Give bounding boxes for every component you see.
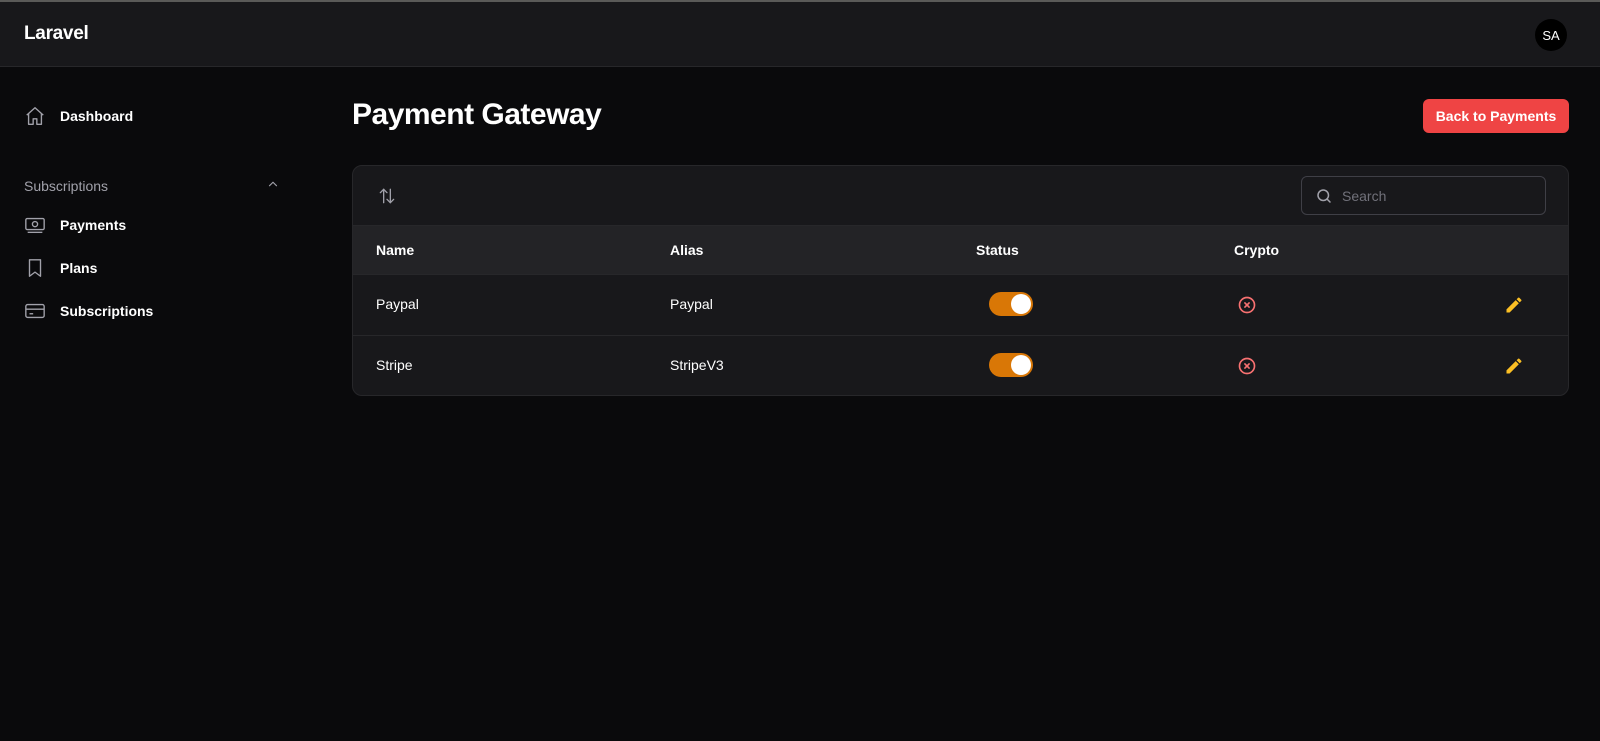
search-icon xyxy=(1315,187,1333,210)
gateway-table-card: Name Alias Status Crypto Paypal Paypal S… xyxy=(352,165,1569,396)
column-header-crypto[interactable]: Crypto xyxy=(1234,242,1279,258)
sidebar: Dashboard Subscriptions Payments Plans S… xyxy=(0,68,300,741)
table-header: Name Alias Status Crypto xyxy=(353,226,1568,275)
pencil-icon[interactable] xyxy=(1503,355,1525,377)
sidebar-item-label: Subscriptions xyxy=(60,303,154,319)
column-header-name[interactable]: Name xyxy=(376,242,414,258)
table-row: Stripe StripeV3 xyxy=(353,336,1568,395)
cell-name: Stripe xyxy=(376,357,413,373)
column-header-alias[interactable]: Alias xyxy=(670,242,703,258)
cell-alias: Paypal xyxy=(670,296,713,312)
credit-card-icon xyxy=(24,300,46,322)
top-navbar: Laravel SA xyxy=(0,2,1600,67)
home-icon xyxy=(24,105,46,127)
sidebar-group-label: Subscriptions xyxy=(24,178,109,194)
sidebar-item-plans[interactable]: Plans xyxy=(24,256,97,280)
status-toggle[interactable] xyxy=(989,353,1033,377)
brand-logo[interactable]: Laravel xyxy=(24,23,89,45)
pencil-icon[interactable] xyxy=(1503,294,1525,316)
toggle-knob xyxy=(1011,355,1031,375)
sidebar-group-subscriptions[interactable]: Subscriptions xyxy=(24,176,280,196)
status-toggle[interactable] xyxy=(989,292,1033,316)
sidebar-item-dashboard[interactable]: Dashboard xyxy=(24,104,133,128)
x-circle-icon xyxy=(1237,295,1257,315)
chevron-up-icon[interactable] xyxy=(266,177,280,196)
sidebar-item-label: Payments xyxy=(60,217,127,233)
back-to-payments-button[interactable]: Back to Payments xyxy=(1423,99,1569,133)
column-header-status[interactable]: Status xyxy=(976,242,1019,258)
sidebar-item-label: Plans xyxy=(60,260,98,276)
page-title: Payment Gateway xyxy=(352,98,602,131)
sort-arrows-icon[interactable] xyxy=(375,184,399,208)
x-circle-icon xyxy=(1237,356,1257,376)
banknote-icon xyxy=(24,214,46,236)
cell-alias: StripeV3 xyxy=(670,357,724,373)
sidebar-item-label: Dashboard xyxy=(60,108,134,124)
cell-name: Paypal xyxy=(376,296,419,312)
sidebar-item-subscriptions[interactable]: Subscriptions xyxy=(24,299,153,323)
search-input[interactable] xyxy=(1342,177,1537,214)
table-row: Paypal Paypal xyxy=(353,275,1568,336)
bookmark-icon xyxy=(24,257,46,279)
user-avatar[interactable]: SA xyxy=(1535,19,1567,51)
sidebar-item-payments[interactable]: Payments xyxy=(24,213,126,237)
toggle-knob xyxy=(1011,294,1031,314)
search-box xyxy=(1301,176,1546,215)
table-toolbar xyxy=(353,166,1568,226)
